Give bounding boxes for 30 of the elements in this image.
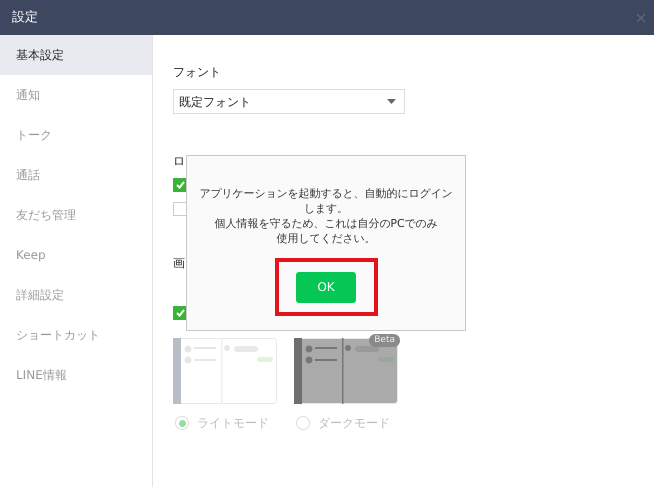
sidebar-item[interactable]: 友だち管理 xyxy=(0,195,152,235)
ok-button[interactable]: OK xyxy=(296,272,356,302)
radio-button[interactable] xyxy=(296,416,310,430)
section-label: ロ xyxy=(173,153,186,170)
sidebar-item[interactable]: 通話 xyxy=(0,155,152,195)
window-title: 設定 xyxy=(12,8,38,27)
sidebar-item[interactable]: ショートカット xyxy=(0,315,152,355)
section-label: 画 xyxy=(173,255,186,272)
sidebar-item[interactable]: Keep xyxy=(0,235,152,275)
dialog-message-line: 個人情報を守るため、これは自分のPCでのみ xyxy=(213,216,439,231)
sidebar-item[interactable]: 通知 xyxy=(0,75,152,115)
radio-button[interactable] xyxy=(175,416,189,430)
beta-badge: Beta xyxy=(369,334,400,347)
radio-label: ライトモード xyxy=(197,415,269,432)
section-label: フォント xyxy=(173,64,222,81)
sidebar-item[interactable]: LINE情報 xyxy=(0,355,152,395)
sidebar-item[interactable]: トーク xyxy=(0,115,152,155)
sidebar-item[interactable]: 詳細設定 xyxy=(0,275,152,315)
sidebar-item[interactable]: 基本設定 xyxy=(0,35,152,75)
checkbox[interactable] xyxy=(173,202,187,216)
radio-label: ダークモード xyxy=(318,415,390,432)
caret-icon xyxy=(387,99,396,104)
theme-preview[interactable] xyxy=(173,338,277,404)
close-icon[interactable] xyxy=(636,12,646,22)
dialog-message-line: アプリケーションを起動すると、自動的にログイン xyxy=(200,186,452,201)
checkbox[interactable] xyxy=(173,178,187,192)
font-dropdown[interactable]: 既定フォント xyxy=(173,89,405,114)
checkbox[interactable] xyxy=(173,306,187,320)
dialog-message-line: 使用してください。 xyxy=(276,231,376,246)
dialog-message-line: します。 xyxy=(303,201,349,216)
